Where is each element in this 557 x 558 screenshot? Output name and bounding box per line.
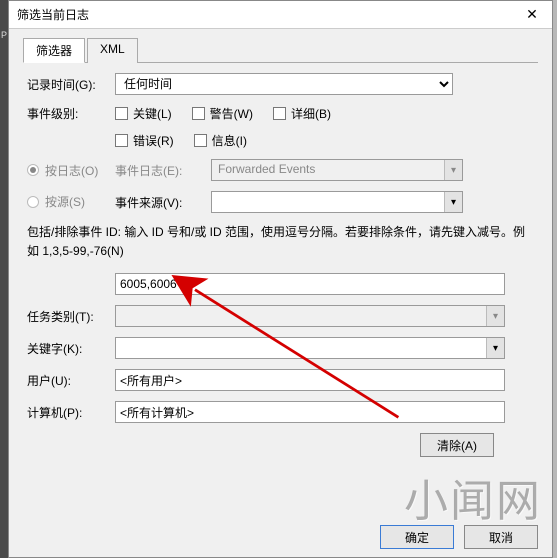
tab-bar: 筛选器 XML bbox=[23, 37, 538, 63]
check-info[interactable]: 信息(I) bbox=[194, 132, 247, 149]
chevron-down-icon: ▾ bbox=[486, 338, 504, 358]
tab-filter[interactable]: 筛选器 bbox=[23, 38, 85, 63]
label-level: 事件级别: bbox=[27, 105, 115, 122]
label-computer: 计算机(P): bbox=[27, 404, 115, 421]
background-app-strip: P bbox=[0, 0, 8, 558]
window-title: 筛选当前日志 bbox=[17, 6, 89, 23]
clear-button[interactable]: 清除(A) bbox=[420, 433, 494, 457]
dialog-footer: 确定 取消 bbox=[9, 519, 552, 557]
event-id-input[interactable] bbox=[115, 273, 505, 295]
checkbox-icon bbox=[115, 134, 128, 147]
radio-icon bbox=[27, 164, 39, 176]
close-button[interactable]: ✕ bbox=[512, 1, 552, 29]
task-combo: ▾ bbox=[115, 305, 505, 327]
checkbox-icon bbox=[192, 107, 205, 120]
check-warning[interactable]: 警告(W) bbox=[192, 105, 253, 122]
chevron-down-icon: ▾ bbox=[486, 306, 504, 326]
check-error[interactable]: 错误(R) bbox=[115, 132, 174, 149]
form-area: 记录时间(G): 任何时间 事件级别: 关键(L) 警告(W) 详细(B) bbox=[23, 73, 538, 457]
computer-input[interactable] bbox=[115, 401, 505, 423]
keywords-combo[interactable]: ▾ bbox=[115, 337, 505, 359]
label-event-log: 事件日志(E): bbox=[115, 162, 191, 179]
tab-xml[interactable]: XML bbox=[87, 38, 138, 63]
label-user: 用户(U): bbox=[27, 372, 115, 389]
checkbox-icon bbox=[194, 134, 207, 147]
label-keywords: 关键字(K): bbox=[27, 340, 115, 357]
filter-dialog: 筛选当前日志 ✕ 筛选器 XML 记录时间(G): 任何时间 事件级别: 关 bbox=[8, 0, 553, 558]
chevron-down-icon: ▾ bbox=[444, 192, 462, 212]
event-log-combo: Forwarded Events ▾ bbox=[211, 159, 463, 181]
label-event-source: 事件来源(V): bbox=[115, 194, 191, 211]
label-logged: 记录时间(G): bbox=[27, 76, 115, 93]
label-task: 任务类别(T): bbox=[27, 308, 115, 325]
close-icon: ✕ bbox=[526, 6, 538, 23]
dialog-body: 筛选器 XML 记录时间(G): 任何时间 事件级别: 关键(L) 警告(W) … bbox=[9, 29, 552, 519]
radio-icon bbox=[27, 196, 39, 208]
id-help-text: 包括/排除事件 ID: 输入 ID 号和/或 ID 范围，使用逗号分隔。若要排除… bbox=[27, 223, 534, 261]
radio-by-source: 按源(S) bbox=[27, 193, 85, 210]
checkbox-icon bbox=[115, 107, 128, 120]
chevron-down-icon: ▾ bbox=[444, 160, 462, 180]
radio-by-log: 按日志(O) bbox=[27, 162, 98, 179]
check-critical[interactable]: 关键(L) bbox=[115, 105, 172, 122]
user-input[interactable] bbox=[115, 369, 505, 391]
event-source-combo[interactable]: ▾ bbox=[211, 191, 463, 213]
logged-time-select[interactable]: 任何时间 bbox=[115, 73, 453, 95]
checkbox-icon bbox=[273, 107, 286, 120]
ok-button[interactable]: 确定 bbox=[380, 525, 454, 549]
check-verbose[interactable]: 详细(B) bbox=[273, 105, 331, 122]
titlebar: 筛选当前日志 ✕ bbox=[9, 1, 552, 29]
cancel-button[interactable]: 取消 bbox=[464, 525, 538, 549]
